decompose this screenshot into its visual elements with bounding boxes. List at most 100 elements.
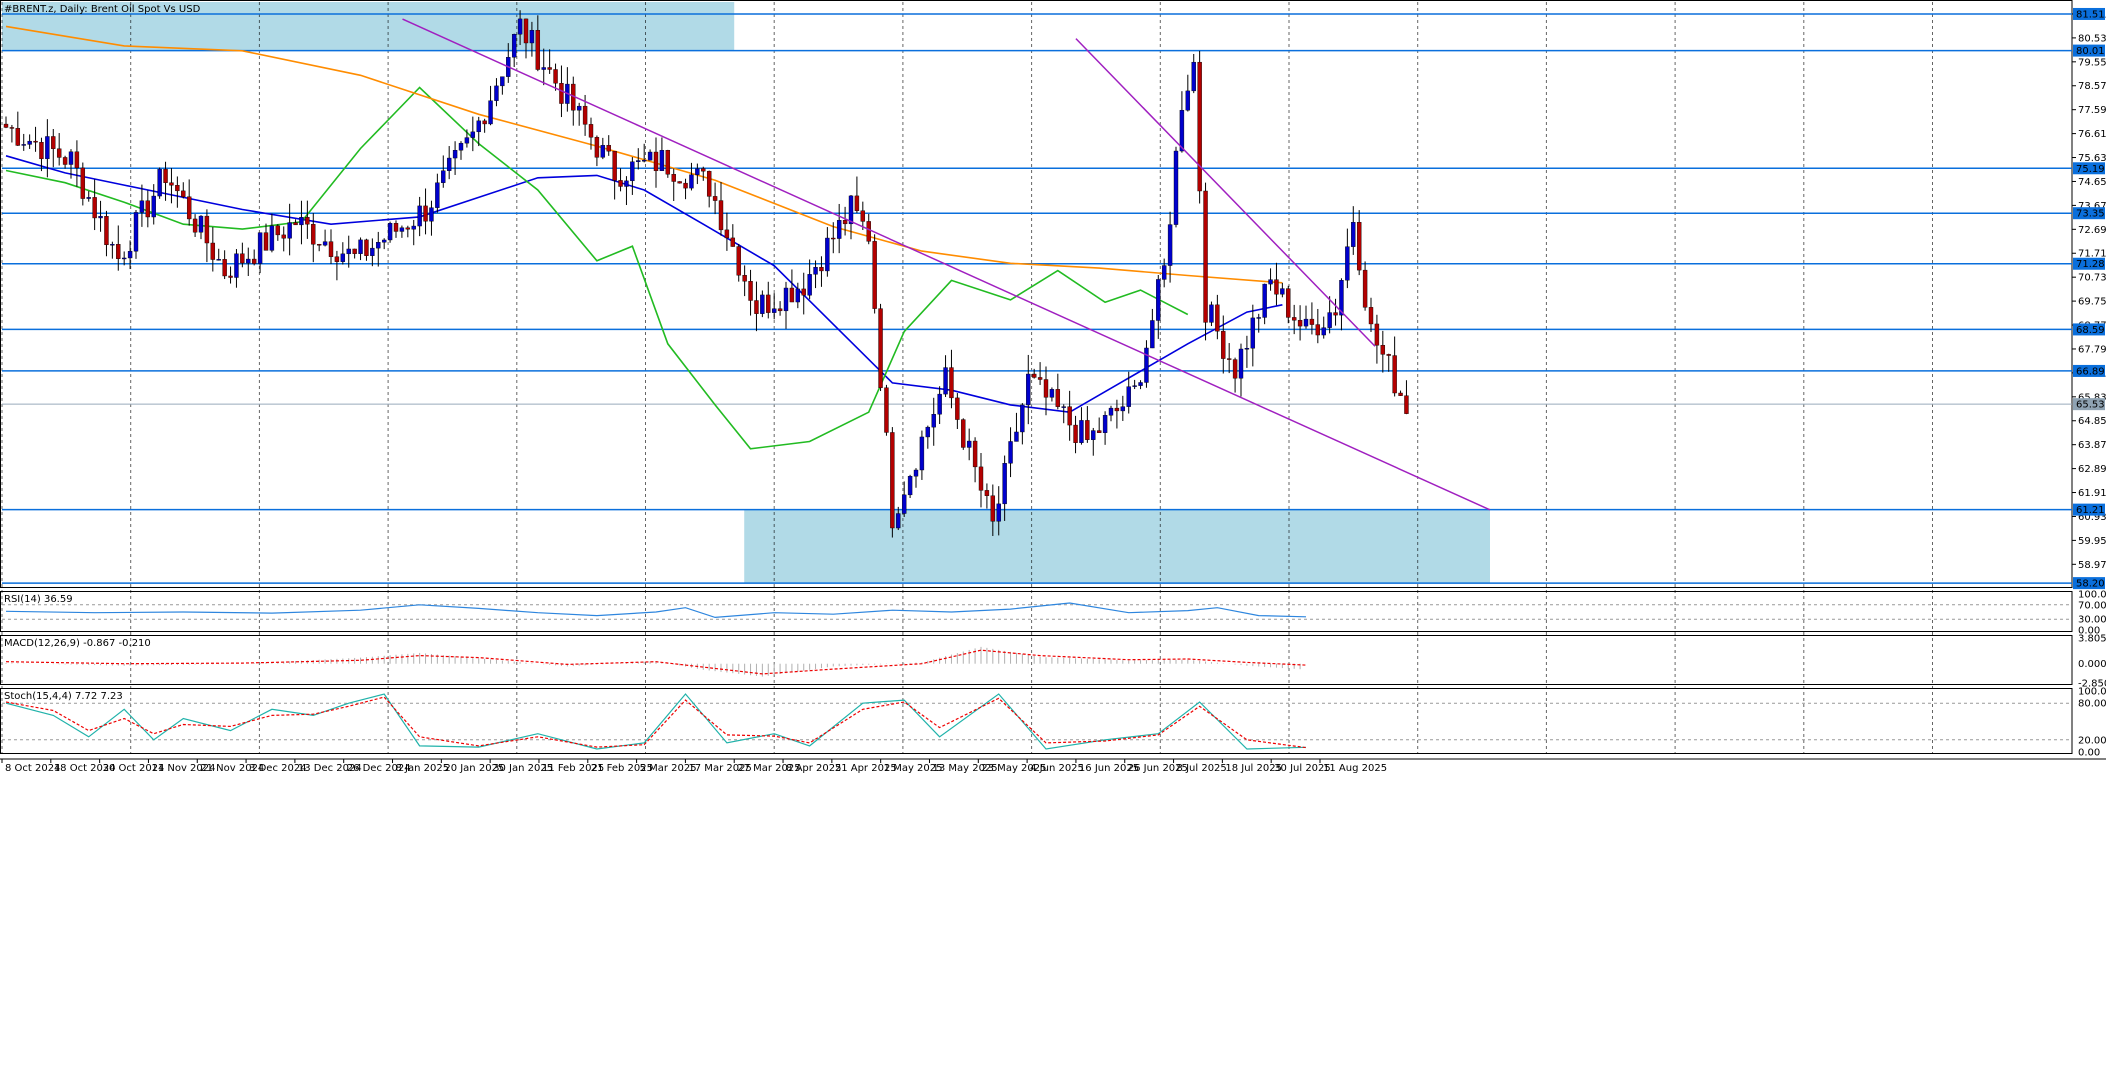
indicator-tick-label: 100.00	[2078, 687, 2106, 698]
bull-candle	[511, 34, 517, 58]
bull-candle	[452, 150, 458, 159]
price-tick-label: 67.79	[2078, 344, 2106, 355]
bear-candle	[15, 128, 21, 146]
bull-candle	[996, 503, 1001, 522]
bear-candle	[588, 124, 594, 138]
bear-candle	[80, 167, 86, 199]
price-axis[interactable]: 81.5180.5379.5578.5777.5976.6175.6374.65…	[2072, 7, 2106, 759]
bull-candle	[246, 258, 251, 264]
indicator-pane-frame	[0, 635, 2073, 685]
bear-candle	[1043, 379, 1049, 398]
indicator-tick-label: 70.00	[2078, 600, 2106, 611]
bear-candle	[984, 490, 990, 496]
level-tag-label: 71.28	[2076, 259, 2105, 270]
bull-candle	[630, 161, 635, 182]
bear-candle	[116, 244, 121, 259]
level-tag-label: 73.35	[2076, 209, 2105, 220]
bear-candle	[316, 244, 322, 246]
bear-candle	[405, 227, 411, 230]
bear-candle	[618, 180, 623, 187]
bull-candle	[1138, 382, 1143, 386]
bull-candle	[500, 76, 505, 87]
bull-candle	[848, 195, 854, 225]
bear-candle	[789, 287, 795, 303]
bull-candle	[1303, 318, 1309, 327]
bull-candle	[576, 105, 582, 111]
bull-candle	[1132, 385, 1137, 387]
bear-candle	[831, 237, 836, 240]
bear-candle	[1226, 358, 1232, 360]
bear-candle	[854, 195, 860, 211]
bear-candle	[1085, 420, 1090, 440]
bear-candle	[1368, 307, 1374, 325]
bull-candle	[913, 469, 919, 477]
bear-candle	[181, 190, 186, 197]
bear-candle	[51, 136, 56, 149]
bear-candle	[1096, 430, 1102, 433]
bull-candle	[139, 200, 145, 213]
candles[interactable]	[3, 10, 1409, 538]
bull-candle	[98, 216, 103, 219]
bear-candle	[311, 224, 316, 245]
bull-candle	[825, 237, 830, 272]
bull-candle	[600, 145, 606, 158]
bull-candle	[1262, 283, 1267, 318]
bear-candle	[1215, 304, 1220, 332]
bull-candle	[795, 288, 801, 303]
bull-candle	[470, 131, 476, 138]
bear-candle	[1221, 330, 1226, 359]
price-tick-label: 70.73	[2078, 273, 2106, 284]
bear-candle	[204, 215, 210, 244]
bull-candle	[1280, 288, 1285, 295]
price-tick-label: 80.53	[2078, 33, 2106, 44]
bear-candle	[1392, 355, 1397, 394]
bear-candle	[39, 141, 44, 160]
bear-candle	[1333, 312, 1338, 316]
bull-candle	[494, 85, 499, 101]
bull-candle	[458, 142, 464, 151]
bull-candle	[464, 137, 470, 144]
chart-area[interactable]: RSI(14) 36.59 MACD(12,26,9) -0.867 -0.210…	[0, 0, 2106, 1073]
bear-candle	[228, 275, 233, 278]
price-tick-label: 59.95	[2078, 536, 2106, 547]
bear-candle	[742, 275, 747, 282]
bear-candle	[535, 30, 541, 70]
bull-candle	[1161, 265, 1167, 280]
price-tick-label: 78.57	[2078, 81, 2106, 92]
bear-candle	[1356, 222, 1362, 271]
bear-candle	[56, 148, 62, 158]
bear-candle	[736, 246, 741, 276]
bear-candle	[169, 182, 174, 186]
bull-candle	[399, 227, 405, 232]
bull-candle	[1049, 389, 1055, 398]
level-tag-label: 81.51	[2076, 9, 2105, 20]
bull-candle	[836, 220, 842, 239]
panel-frames	[0, 0, 2106, 760]
bear-candle	[612, 150, 617, 181]
bull-candle	[157, 168, 162, 197]
bull-candle	[429, 207, 434, 222]
bear-candle	[1291, 317, 1297, 321]
bull-candle	[340, 253, 346, 262]
bull-candle	[1345, 246, 1350, 281]
bull-candle	[1014, 431, 1019, 442]
bull-candle	[919, 436, 925, 471]
bull-candle	[641, 159, 647, 162]
bear-candle	[1309, 318, 1315, 325]
bull-candle	[1008, 441, 1013, 464]
bear-candle	[3, 123, 9, 128]
bear-candle	[718, 200, 724, 231]
price-tick-label: 76.61	[2078, 129, 2106, 140]
bull-candle	[695, 168, 700, 175]
bull-candle	[925, 426, 931, 438]
bull-candle	[1150, 320, 1155, 349]
bull-candle	[411, 225, 416, 230]
time-axis[interactable]: 8 Oct 202418 Oct 202430 Oct 202411 Nov 2…	[1, 759, 1387, 774]
bear-candle	[866, 221, 871, 242]
bull-candle	[901, 494, 907, 514]
bear-candle	[364, 239, 369, 256]
bull-candle	[1238, 348, 1244, 379]
bear-candle	[62, 157, 68, 165]
indicator-tick-label: 30.00	[2078, 615, 2106, 626]
indicator-title: MACD(12,26,9) -0.867 -0.210	[4, 638, 151, 649]
